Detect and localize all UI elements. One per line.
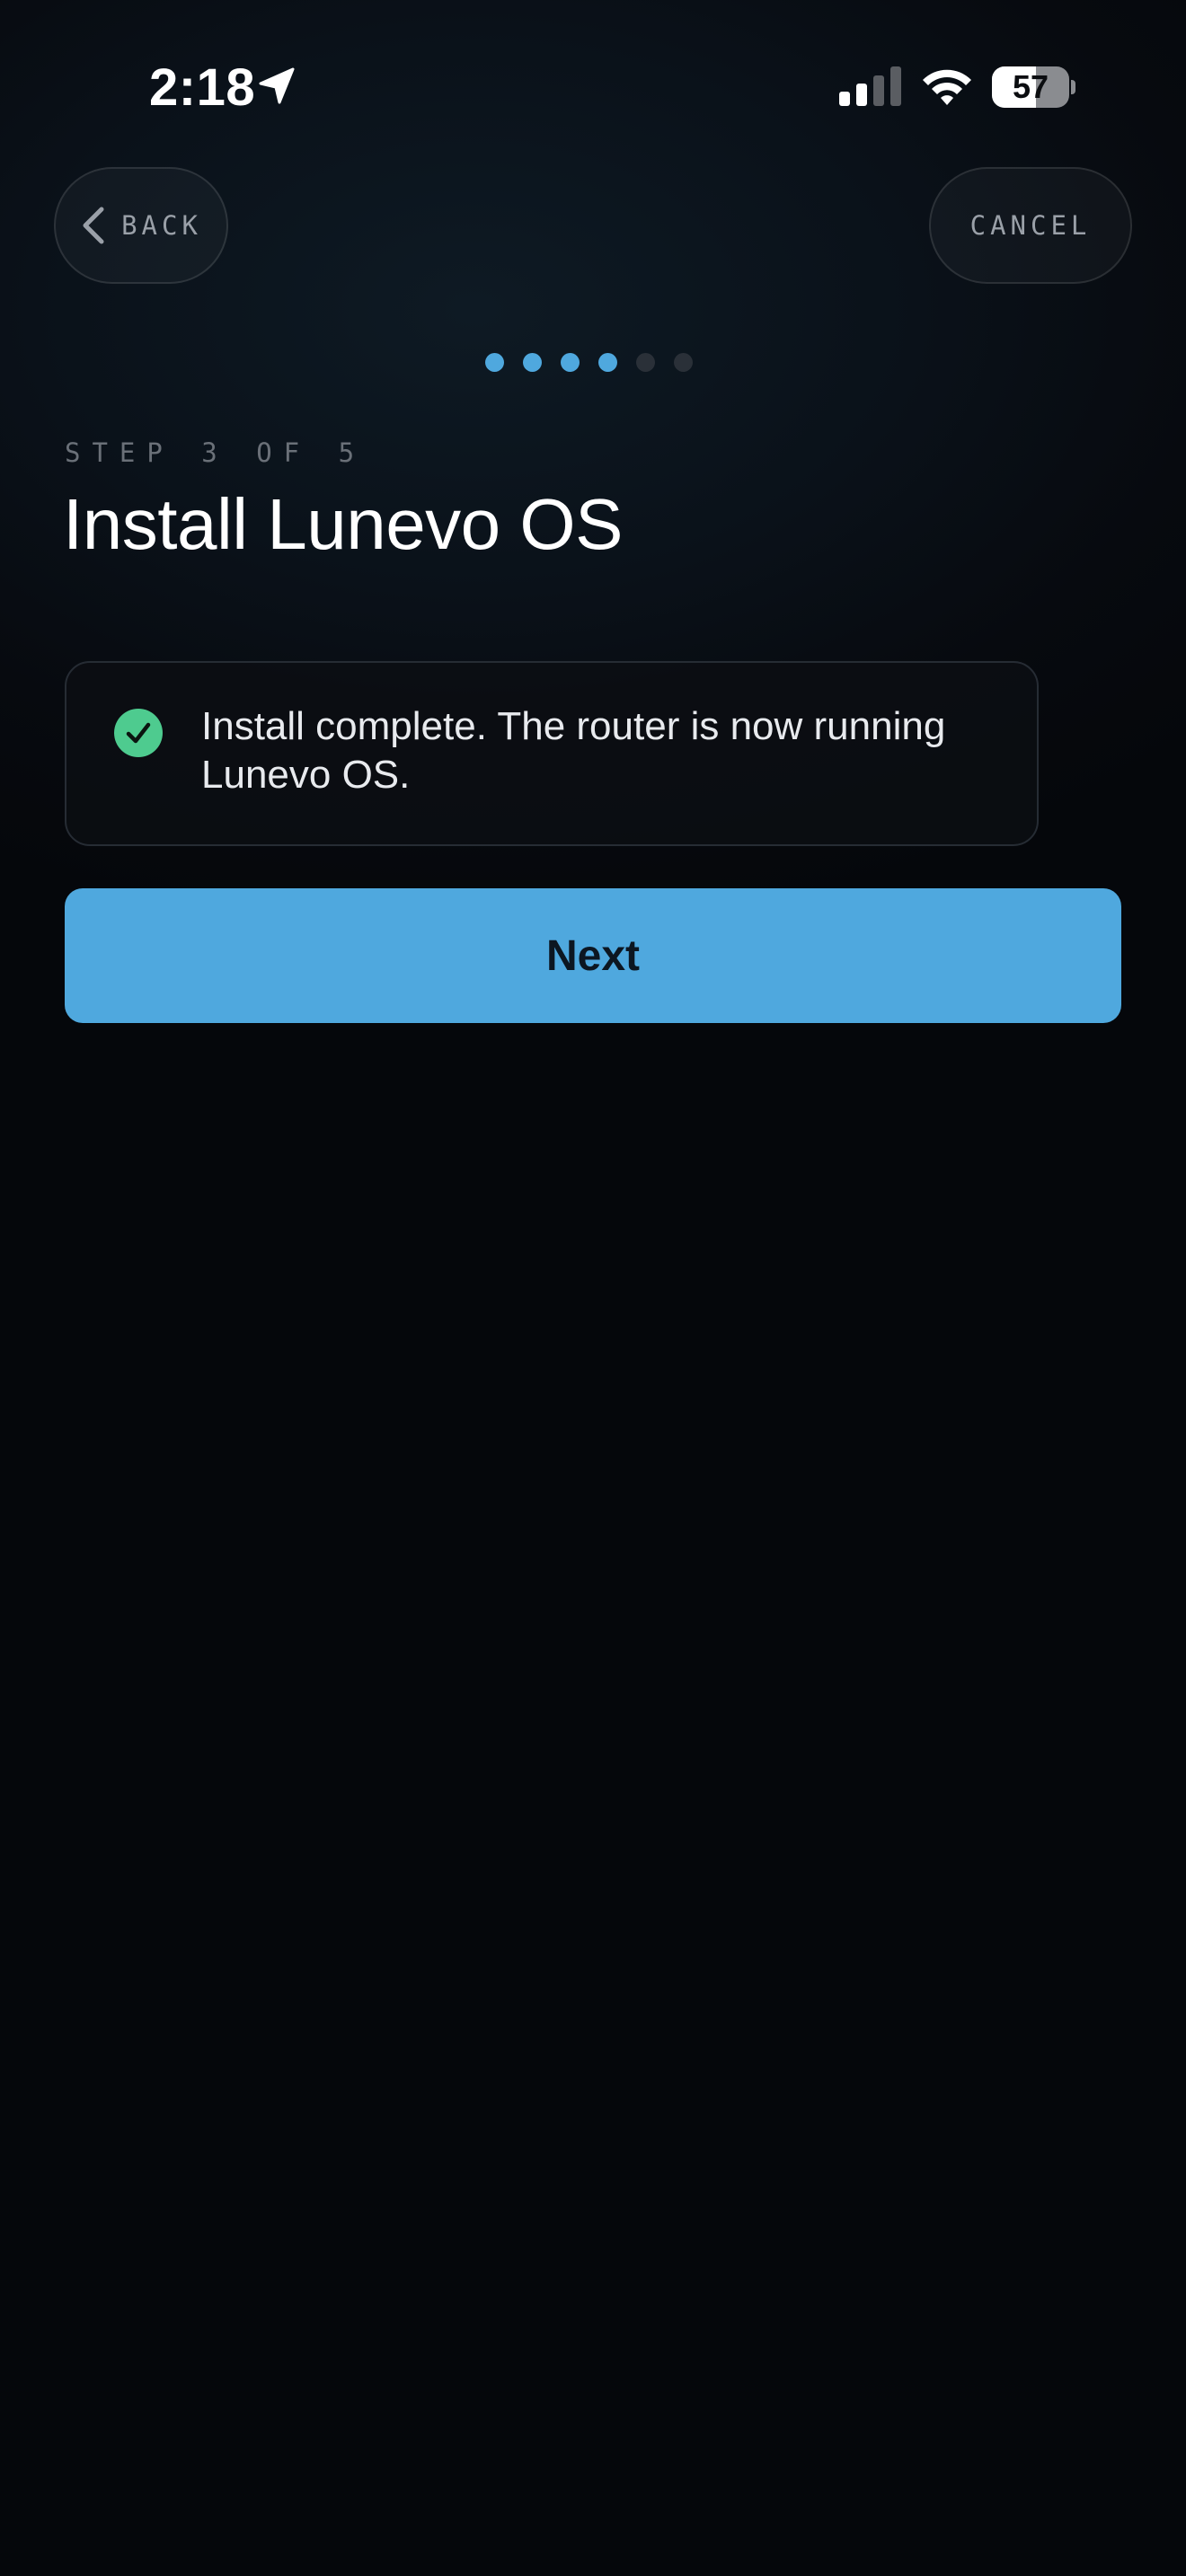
progress-dot — [674, 353, 693, 372]
next-button[interactable]: Next — [65, 888, 1121, 1023]
battery-cap — [1071, 80, 1075, 94]
signal-bar — [890, 66, 901, 106]
wifi-icon — [923, 69, 971, 105]
step-indicator: STEP 3 OF 5 — [65, 437, 367, 468]
progress-dot — [561, 353, 580, 372]
battery-indicator: 57 — [992, 66, 1075, 108]
progress-dot — [598, 353, 617, 372]
step-progress-dots — [485, 353, 701, 373]
status-time: 2:18 — [149, 58, 256, 117]
status-message: Install complete. The router is now runn… — [201, 704, 946, 797]
back-button-label: BACK — [121, 210, 202, 241]
check-circle-icon — [114, 709, 163, 757]
next-button-label: Next — [545, 931, 641, 980]
back-button[interactable]: BACK — [54, 167, 228, 284]
chevron-left-icon — [83, 207, 104, 244]
battery-level: 57 — [1012, 68, 1049, 105]
page-title: Install Lunevo OS — [63, 484, 623, 564]
status-bar: 2:18 57 — [0, 0, 1186, 171]
battery-body: 57 — [992, 66, 1069, 108]
cancel-button-label: CANCEL — [969, 210, 1092, 241]
signal-bar — [839, 92, 850, 106]
cellular-signal-icon — [839, 66, 901, 106]
progress-dot — [636, 353, 655, 372]
progress-dot — [523, 353, 542, 372]
cancel-button[interactable]: CANCEL — [929, 167, 1132, 284]
signal-bar — [856, 84, 867, 106]
location-arrow-icon — [259, 67, 295, 104]
install-status-card: Install complete. The router is now runn… — [65, 661, 1039, 846]
progress-dot — [485, 353, 504, 372]
signal-bar — [873, 75, 884, 106]
